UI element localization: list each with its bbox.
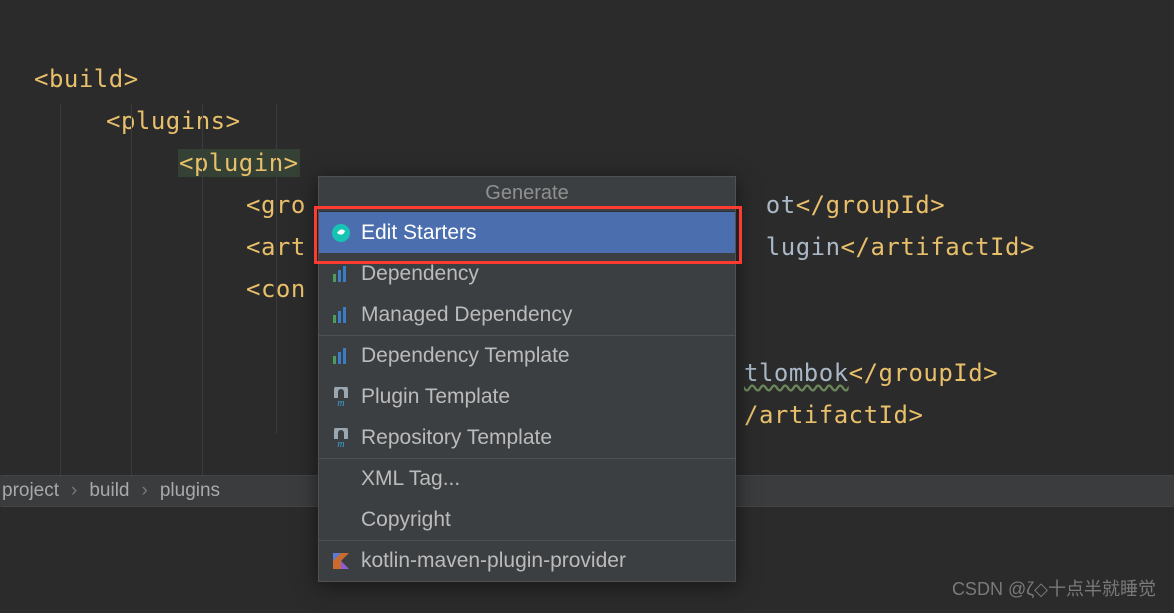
menu-item-label: Edit Starters xyxy=(361,221,477,245)
menu-item-copyright[interactable]: Copyright xyxy=(319,499,735,540)
svg-text:m: m xyxy=(337,398,344,407)
menu-item-dependency-template[interactable]: Dependency Template xyxy=(319,335,735,376)
m-icon: m xyxy=(331,387,351,407)
menu-item-label: Dependency xyxy=(361,262,479,286)
menu-item-plugin-template[interactable]: m Plugin Template xyxy=(319,376,735,417)
chevron-right-icon: › xyxy=(71,480,77,502)
menu-item-label: Repository Template xyxy=(361,426,552,450)
svg-text:m: m xyxy=(337,439,344,448)
chevron-right-icon: › xyxy=(142,480,148,502)
generate-popup: Generate Edit Starters Dependency Managed … xyxy=(318,176,736,582)
menu-item-label: Dependency Template xyxy=(361,344,570,368)
menu-item-repository-template[interactable]: m Repository Template xyxy=(319,417,735,458)
menu-item-label: XML Tag... xyxy=(361,467,460,491)
menu-item-label: Managed Dependency xyxy=(361,303,572,327)
menu-item-dependency[interactable]: Dependency xyxy=(319,253,735,294)
bars-icon xyxy=(331,346,351,366)
code-line[interactable]: <plugins> xyxy=(34,100,1174,142)
breadcrumb-item[interactable]: project xyxy=(2,480,59,502)
menu-item-managed-dependency[interactable]: Managed Dependency xyxy=(319,294,735,335)
menu-item-label: Plugin Template xyxy=(361,385,510,409)
indent-guide xyxy=(131,104,132,484)
m-icon: m xyxy=(331,428,351,448)
watermark: CSDN @ζ◇十点半就睡觉 xyxy=(952,575,1156,601)
indent-guide xyxy=(60,104,61,484)
bars-icon xyxy=(331,264,351,284)
kotlin-icon xyxy=(331,551,351,571)
breadcrumb-item[interactable]: build xyxy=(89,480,129,502)
menu-item-edit-starters[interactable]: Edit Starters xyxy=(319,212,735,253)
menu-item-kotlin-maven-plugin-provider[interactable]: kotlin-maven-plugin-provider xyxy=(319,540,735,581)
menu-item-xml-tag[interactable]: XML Tag... xyxy=(319,458,735,499)
indent-guide xyxy=(276,104,277,434)
indent-guide xyxy=(202,104,203,484)
bars-icon xyxy=(331,305,351,325)
scrollbar[interactable] xyxy=(1159,0,1174,613)
menu-item-label: kotlin-maven-plugin-provider xyxy=(361,549,626,573)
popup-title: Generate xyxy=(319,177,735,212)
spring-icon xyxy=(331,223,351,243)
breadcrumb-item[interactable]: plugins xyxy=(160,480,220,502)
code-line[interactable]: <build> xyxy=(34,58,1174,100)
menu-item-label: Copyright xyxy=(361,508,451,532)
